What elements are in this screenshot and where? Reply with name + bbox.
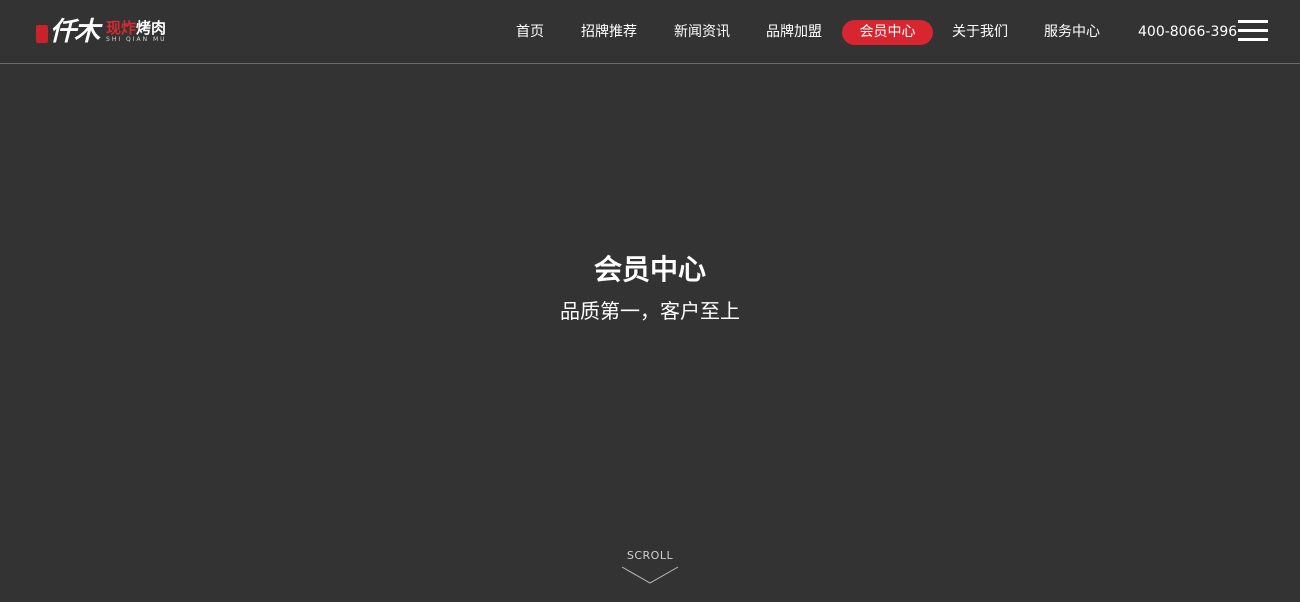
nav-item-home[interactable]: 首页 bbox=[506, 20, 554, 45]
nav-item-about-us[interactable]: 关于我们 bbox=[948, 20, 1012, 45]
scroll-label[interactable]: SCROLL bbox=[0, 549, 1300, 563]
chevron-down-icon[interactable] bbox=[621, 566, 679, 584]
menu-bar bbox=[1238, 20, 1268, 23]
nav-item-service-center[interactable]: 服务中心 bbox=[1040, 20, 1104, 45]
page-title: 会员中心 bbox=[593, 253, 706, 286]
hero-banner: 会员中心 品质第一，客户至上 bbox=[0, 252, 1300, 324]
page-subtitle: 品质第一，客户至上 bbox=[560, 299, 740, 323]
main-nav: 首页 招牌推荐 新闻资讯 品牌加盟 会员中心 关于我们 服务中心 bbox=[0, 20, 1300, 45]
hotline-phone[interactable]: 400-8066-396 bbox=[1138, 20, 1237, 45]
nav-item-signature-dishes[interactable]: 招牌推荐 bbox=[577, 20, 641, 45]
site-header: 仟木 现炸烤肉 SHI QIAN MU 首页 招牌推荐 新闻资讯 品牌加盟 会员… bbox=[0, 0, 1300, 64]
menu-bar bbox=[1238, 29, 1268, 32]
page: 仟木 现炸烤肉 SHI QIAN MU 首页 招牌推荐 新闻资讯 品牌加盟 会员… bbox=[0, 0, 1300, 602]
hamburger-menu-icon[interactable] bbox=[1238, 20, 1268, 42]
nav-item-news[interactable]: 新闻资讯 bbox=[670, 20, 734, 45]
menu-bar bbox=[1238, 38, 1268, 41]
nav-item-member-center[interactable]: 会员中心 bbox=[842, 20, 933, 45]
nav-item-franchise[interactable]: 品牌加盟 bbox=[762, 20, 826, 45]
